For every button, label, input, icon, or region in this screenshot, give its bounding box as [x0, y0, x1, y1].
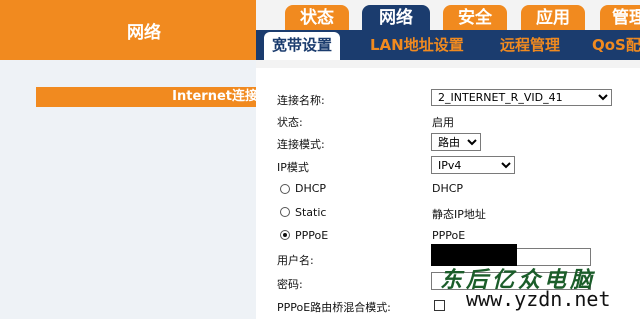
username-label: 用户名:: [277, 254, 314, 267]
status-label: 状态:: [277, 116, 303, 129]
connection-name-label: 连接名称:: [277, 94, 325, 107]
pppoe-radio[interactable]: [280, 230, 290, 240]
dhcp-value: DHCP: [432, 182, 464, 195]
ip-mode-label: IP模式: [277, 161, 309, 174]
subtab-remote-management[interactable]: 远程管理: [500, 34, 560, 55]
subtab-broadband[interactable]: 宽带设置: [264, 32, 341, 60]
status-value: 启用: [432, 116, 454, 129]
sidebar-section-title: 网络: [0, 0, 256, 60]
connection-mode-select[interactable]: 路由: [431, 133, 481, 151]
main-nav: 状态 网络 安全 应用 管理: [256, 0, 640, 31]
tab-status[interactable]: 状态: [285, 5, 349, 31]
ip-mode-select[interactable]: IPv4: [431, 156, 515, 174]
watermark-url: www.yzdn.net: [466, 287, 611, 311]
password-label: 密码:: [277, 278, 303, 291]
subtab-lan[interactable]: LAN地址设置: [370, 34, 464, 55]
connection-mode-label: 连接模式:: [277, 138, 325, 151]
tab-network[interactable]: 网络: [362, 5, 430, 31]
divider: [256, 60, 640, 68]
static-label: Static: [295, 206, 327, 219]
tab-security[interactable]: 安全: [443, 5, 507, 31]
bridge-mode-checkbox[interactable]: [434, 300, 445, 311]
dhcp-radio[interactable]: [280, 184, 290, 194]
subtab-qos[interactable]: QoS配置: [592, 34, 640, 55]
dhcp-label: DHCP: [295, 182, 327, 195]
tab-management[interactable]: 管理: [600, 5, 640, 31]
tab-applications[interactable]: 应用: [521, 5, 585, 31]
bridge-mode-label: PPPoE路由桥混合模式:: [277, 301, 391, 314]
static-value: 静态IP地址: [432, 208, 486, 221]
static-radio[interactable]: [280, 207, 290, 217]
pppoe-label: PPPoE: [295, 229, 329, 242]
sub-nav: 宽带设置 LAN地址设置 远程管理 QoS配置: [256, 30, 640, 60]
connection-name-select[interactable]: 2_INTERNET_R_VID_41: [431, 89, 612, 106]
sidebar-item-internet[interactable]: Internet连接: [36, 87, 256, 107]
pppoe-value: PPPoE: [432, 229, 466, 242]
